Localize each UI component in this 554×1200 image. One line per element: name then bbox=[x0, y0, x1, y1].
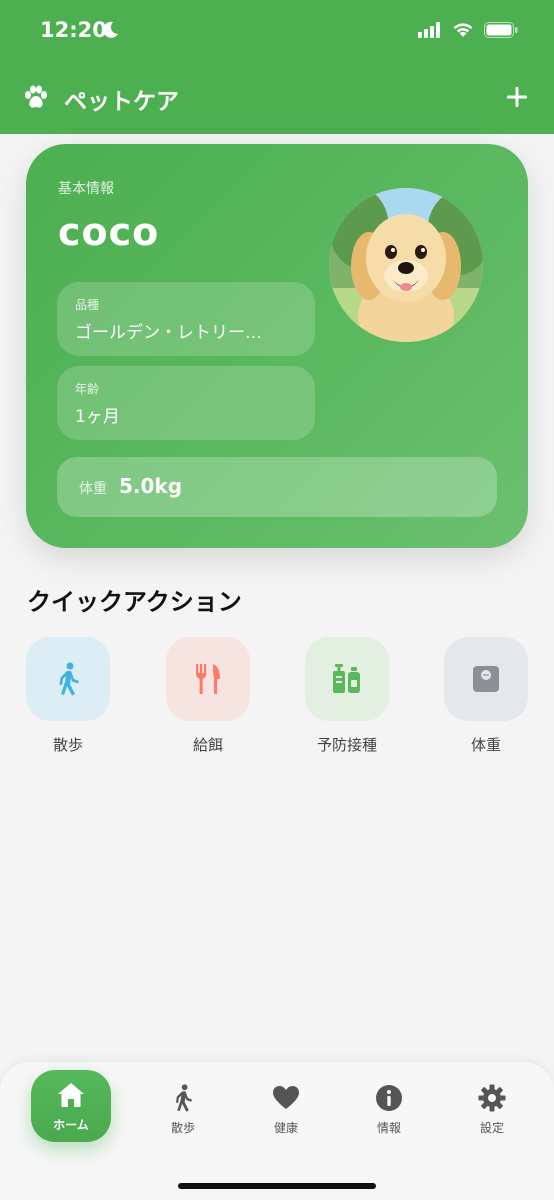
wifi-icon bbox=[453, 23, 473, 37]
nav-item-settings[interactable]: 設定 bbox=[457, 1082, 527, 1142]
quick-action-feed-label: 給餌 bbox=[192, 736, 223, 754]
pet-info-card[interactable]: 基本情報 coco 品種 ゴールデン・レトリー… 年齢 1ヶ月 体重 5.0kg bbox=[26, 144, 528, 548]
pet-name: coco bbox=[58, 210, 160, 254]
nav-item-health[interactable]: 健康 bbox=[251, 1082, 321, 1142]
app-header: 12:20 ペットケア bbox=[0, 0, 554, 134]
weight-value: 5.0kg bbox=[119, 474, 183, 498]
paw-icon bbox=[25, 85, 47, 108]
quick-action-weight-label: 体重 bbox=[470, 736, 501, 754]
nav-item-walk[interactable]: 散歩 bbox=[148, 1082, 218, 1142]
add-pet-button[interactable] bbox=[500, 80, 534, 114]
quick-action-walk-tile[interactable] bbox=[26, 637, 110, 721]
fork-knife-icon bbox=[196, 664, 220, 694]
walk-icon bbox=[176, 1084, 193, 1112]
card-heading: 基本情報 bbox=[58, 181, 114, 197]
status-time: 12:20 bbox=[40, 18, 107, 42]
age-label: 年齢 bbox=[75, 382, 100, 396]
app-bar: ペットケア bbox=[0, 74, 554, 122]
walk-icon bbox=[59, 662, 79, 696]
quick-action-weight[interactable]: 体重 bbox=[444, 637, 528, 757]
breed-label: 品種 bbox=[75, 298, 100, 312]
nav-item-home[interactable]: ホーム bbox=[31, 1070, 111, 1142]
age-box: 年齢 1ヶ月 bbox=[57, 366, 315, 440]
signal-icon bbox=[418, 22, 440, 38]
status-bar: 12:20 bbox=[0, 0, 554, 64]
moon-icon bbox=[103, 21, 118, 38]
scale-icon bbox=[473, 666, 499, 692]
quick-actions-title: クイックアクション bbox=[27, 588, 242, 616]
quick-action-vaccine-tile[interactable] bbox=[305, 637, 389, 721]
puppy-image bbox=[329, 188, 483, 342]
weight-label: 体重 bbox=[79, 481, 107, 497]
pet-avatar[interactable] bbox=[329, 188, 483, 342]
nav-health-label: 健康 bbox=[273, 1121, 298, 1135]
quick-action-vaccine[interactable]: 予防接種 bbox=[305, 637, 389, 757]
quick-action-walk-label: 散歩 bbox=[52, 736, 83, 754]
gear-icon bbox=[478, 1084, 506, 1112]
quick-action-weight-tile[interactable] bbox=[444, 637, 528, 721]
breed-box: 品種 ゴールデン・レトリー… bbox=[57, 282, 315, 356]
home-icon bbox=[58, 1083, 84, 1107]
breed-value: ゴールデン・レトリー… bbox=[75, 323, 262, 343]
battery-icon bbox=[484, 22, 518, 38]
nav-home-label: ホーム bbox=[53, 1118, 89, 1132]
vaccine-icon bbox=[333, 664, 360, 693]
nav-info-label: 情報 bbox=[376, 1121, 401, 1135]
heart-icon bbox=[273, 1086, 299, 1109]
info-icon bbox=[376, 1085, 402, 1111]
home-indicator bbox=[178, 1183, 376, 1189]
bottom-nav: ホーム 散歩 健康 情報 設定 bbox=[0, 1062, 554, 1200]
status-icons bbox=[418, 22, 518, 38]
quick-action-walk[interactable]: 散歩 bbox=[26, 637, 110, 757]
quick-action-feed[interactable]: 給餌 bbox=[166, 637, 250, 757]
quick-actions: 散歩 給餌 予防接種 体重 bbox=[26, 637, 528, 757]
app-title: ペットケア bbox=[64, 89, 179, 115]
age-value: 1ヶ月 bbox=[75, 407, 120, 427]
weight-box: 体重 5.0kg bbox=[57, 457, 497, 517]
nav-settings-label: 設定 bbox=[479, 1121, 504, 1135]
nav-walk-label: 散歩 bbox=[170, 1121, 195, 1135]
quick-action-vaccine-label: 予防接種 bbox=[316, 736, 377, 754]
quick-action-feed-tile[interactable] bbox=[166, 637, 250, 721]
nav-item-info[interactable]: 情報 bbox=[354, 1082, 424, 1142]
